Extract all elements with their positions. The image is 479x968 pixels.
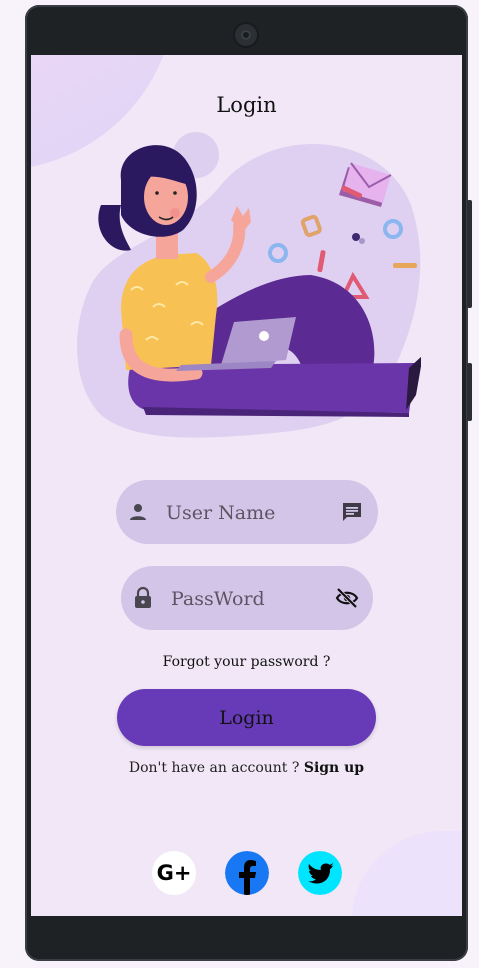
google-plus-label: G+	[156, 861, 192, 885]
message-icon[interactable]	[340, 500, 364, 524]
facebook-icon[interactable]	[225, 851, 269, 895]
power-button	[467, 363, 472, 421]
volume-button	[467, 200, 472, 308]
password-input[interactable]	[169, 580, 323, 618]
google-plus-icon[interactable]: G+	[152, 851, 196, 895]
forgot-password-link[interactable]: Forgot your password ?	[31, 654, 462, 670]
username-input[interactable]	[164, 494, 318, 532]
login-screen: Login User Name Forgot your password ? L…	[31, 55, 462, 916]
page-title: Login	[216, 93, 277, 117]
twitter-icon[interactable]	[298, 851, 342, 895]
front-camera	[235, 24, 257, 46]
username-field	[116, 480, 378, 544]
signup-link[interactable]: Sign up	[304, 760, 364, 776]
eye-off-icon[interactable]	[335, 586, 359, 610]
phone-frame: Login User Name Forgot your password ? L…	[25, 5, 472, 961]
person-icon	[130, 504, 146, 520]
signup-prompt-text: Don't have an account ?	[128, 760, 304, 776]
signup-prompt: Don't have an account ? Sign up	[31, 760, 462, 776]
password-field	[121, 566, 373, 630]
login-illustration	[77, 132, 421, 438]
lock-icon	[135, 586, 151, 608]
decorative-blob	[352, 831, 462, 916]
login-button[interactable]: Login	[117, 689, 376, 746]
